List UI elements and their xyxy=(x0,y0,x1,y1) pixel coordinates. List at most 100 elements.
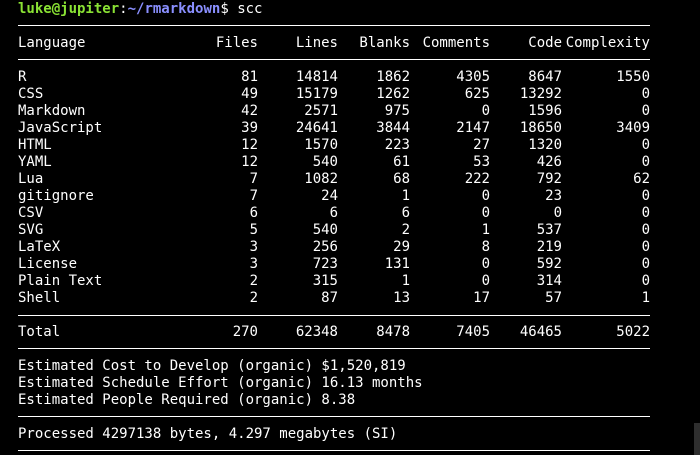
table-row: YAML 12 540 61 53 426 0 xyxy=(18,154,650,171)
table-total-row: Total 270 62348 8478 7405 46465 5022 xyxy=(18,324,650,341)
cell-comments: 8 xyxy=(481,239,490,255)
total-language: Total xyxy=(18,324,61,340)
cell-language: SVG xyxy=(18,222,44,238)
cell-code: 23 xyxy=(545,188,562,204)
cell-complexity: 0 xyxy=(641,273,650,289)
cell-code: 0 xyxy=(553,205,562,221)
cell-complexity: 0 xyxy=(641,222,650,238)
cell-blanks: 3844 xyxy=(376,120,410,136)
divider-bottom xyxy=(18,450,650,451)
cell-language: HTML xyxy=(18,137,52,153)
cell-comments: 0 xyxy=(481,103,490,119)
cell-language: Markdown xyxy=(18,103,86,119)
cell-comments: 222 xyxy=(464,171,490,187)
cell-code: 13292 xyxy=(519,86,562,102)
prompt-separator: : xyxy=(119,1,128,17)
total-lines: 62348 xyxy=(295,324,338,340)
cell-lines: 540 xyxy=(312,222,338,238)
processed-summary: Processed 4297138 bytes, 4.297 megabytes… xyxy=(18,426,398,442)
cell-comments: 0 xyxy=(481,256,490,272)
divider-estimates xyxy=(18,348,650,349)
cell-language: CSS xyxy=(18,86,44,102)
cell-complexity: 3409 xyxy=(616,120,650,136)
cell-code: 314 xyxy=(536,273,562,289)
cell-complexity: 0 xyxy=(641,205,650,221)
cell-blanks: 1 xyxy=(401,188,410,204)
cell-files: 12 xyxy=(241,137,258,153)
cell-lines: 723 xyxy=(312,256,338,272)
cell-code: 792 xyxy=(536,171,562,187)
table-row: CSV 6 6 6 0 0 0 xyxy=(18,205,650,222)
terminal-scrollbar[interactable] xyxy=(694,423,700,455)
cell-complexity: 1550 xyxy=(616,69,650,85)
header-files: Files xyxy=(215,35,258,51)
table-row: JavaScript 39 24641 3844 2147 18650 3409 xyxy=(18,120,650,137)
cell-lines: 1082 xyxy=(304,171,338,187)
table-row: Lua 7 1082 68 222 792 62 xyxy=(18,171,650,188)
cell-files: 2 xyxy=(249,273,258,289)
table-row: License 3 723 131 0 592 0 xyxy=(18,256,650,273)
divider-header xyxy=(18,59,650,60)
table-row: HTML 12 1570 223 27 1320 0 xyxy=(18,137,650,154)
cell-language: Lua xyxy=(18,171,44,187)
cell-language: YAML xyxy=(18,154,52,170)
cell-blanks: 1862 xyxy=(376,69,410,85)
cell-lines: 315 xyxy=(312,273,338,289)
cell-files: 81 xyxy=(241,69,258,85)
table-row: Plain Text 2 315 1 0 314 0 xyxy=(18,273,650,290)
cell-lines: 540 xyxy=(312,154,338,170)
cell-code: 426 xyxy=(536,154,562,170)
table-row: SVG 5 540 2 1 537 0 xyxy=(18,222,650,239)
cell-blanks: 68 xyxy=(393,171,410,187)
prompt-cwd: ~/rmarkdown xyxy=(127,1,221,17)
table-header-row: Language Files Lines Blanks Comments Cod… xyxy=(18,35,650,52)
prompt-command: scc xyxy=(237,1,263,17)
table-row: Markdown 42 2571 975 0 1596 0 xyxy=(18,103,650,120)
cell-comments: 53 xyxy=(473,154,490,170)
cell-blanks: 223 xyxy=(384,137,410,153)
cell-blanks: 975 xyxy=(384,103,410,119)
cell-blanks: 61 xyxy=(393,154,410,170)
total-blanks: 8478 xyxy=(376,324,410,340)
cell-comments: 17 xyxy=(473,290,490,306)
cell-files: 12 xyxy=(241,154,258,170)
cell-complexity: 1 xyxy=(641,290,650,306)
cell-lines: 6 xyxy=(329,205,338,221)
cell-language: Shell xyxy=(18,290,61,306)
cell-complexity: 0 xyxy=(641,239,650,255)
cell-lines: 14814 xyxy=(295,69,338,85)
terminal-window[interactable]: luke@jupiter:~/rmarkdown$ scc Language F… xyxy=(0,0,700,455)
cell-files: 7 xyxy=(249,171,258,187)
cell-language: CSV xyxy=(18,205,44,221)
cell-lines: 87 xyxy=(321,290,338,306)
table-row: R 81 14814 1862 4305 8647 1550 xyxy=(18,69,650,86)
cell-code: 8647 xyxy=(528,69,562,85)
cell-complexity: 0 xyxy=(641,86,650,102)
cell-code: 1320 xyxy=(528,137,562,153)
cell-code: 219 xyxy=(536,239,562,255)
cell-files: 2 xyxy=(249,290,258,306)
cell-complexity: 0 xyxy=(641,154,650,170)
cell-code: 57 xyxy=(545,290,562,306)
cell-comments: 2147 xyxy=(456,120,490,136)
cell-comments: 27 xyxy=(473,137,490,153)
cell-code: 18650 xyxy=(519,120,562,136)
divider-top xyxy=(18,25,650,26)
cell-language: JavaScript xyxy=(18,120,103,136)
cell-blanks: 131 xyxy=(384,256,410,272)
cell-comments: 4305 xyxy=(456,69,490,85)
cell-files: 7 xyxy=(249,188,258,204)
estimate-cost: Estimated Cost to Develop (organic) $1,5… xyxy=(18,358,406,374)
table-row: CSS 49 15179 1262 625 13292 0 xyxy=(18,86,650,103)
cell-comments: 0 xyxy=(481,273,490,289)
cell-blanks: 29 xyxy=(393,239,410,255)
header-code: Code xyxy=(528,35,562,51)
header-complexity: Complexity xyxy=(565,35,650,51)
cell-blanks: 1 xyxy=(401,273,410,289)
cell-lines: 2571 xyxy=(304,103,338,119)
header-blanks: Blanks xyxy=(359,35,410,51)
cell-lines: 15179 xyxy=(295,86,338,102)
total-complexity: 5022 xyxy=(616,324,650,340)
cell-code: 1596 xyxy=(528,103,562,119)
header-comments: Comments xyxy=(422,35,490,51)
